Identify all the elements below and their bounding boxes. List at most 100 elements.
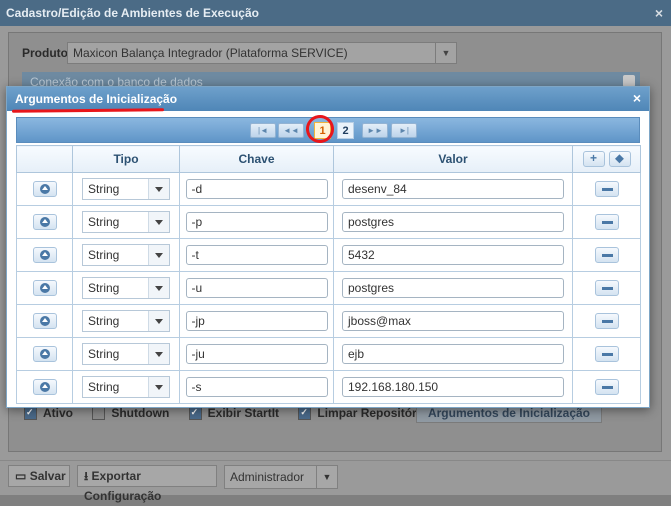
tipo-select[interactable]: String xyxy=(82,244,170,266)
chave-cell: -jp xyxy=(179,304,334,338)
chave-input[interactable]: -p xyxy=(185,212,328,232)
last-page-button[interactable]: ►| xyxy=(391,123,417,138)
valor-input[interactable]: postgres xyxy=(342,278,564,298)
move-up-button[interactable] xyxy=(32,379,57,395)
remove-row-button[interactable] xyxy=(594,379,619,395)
add-row-button[interactable]: + xyxy=(582,151,605,167)
minus-icon xyxy=(601,287,613,290)
tag-icon[interactable]: ⬥ xyxy=(608,151,631,167)
tipo-cell: String xyxy=(72,304,180,338)
remove-row-button[interactable] xyxy=(594,214,619,230)
tipo-select[interactable]: String xyxy=(82,343,170,365)
move-up-button[interactable] xyxy=(32,313,57,329)
close-icon[interactable]: × xyxy=(633,90,641,106)
tipo-select-value: String xyxy=(88,380,120,394)
chevron-down-icon[interactable] xyxy=(148,311,169,331)
tipo-cell: String xyxy=(72,370,180,404)
checkbox-checked-icon[interactable] xyxy=(188,407,202,421)
arrow-up-icon xyxy=(39,184,50,194)
next-page-button[interactable]: ►► xyxy=(362,123,388,138)
move-up-button[interactable] xyxy=(32,214,57,230)
checkbox-limpar-repositorio[interactable]: Limpar Repositório xyxy=(298,406,427,421)
save-button[interactable]: ▭ Salvar xyxy=(8,465,70,487)
produto-select[interactable]: Maxicon Balança Integrador (Plataforma S… xyxy=(67,42,457,64)
chave-input[interactable]: -jp xyxy=(185,311,328,331)
chevron-down-icon[interactable] xyxy=(148,344,169,364)
argumentos-button-label: Argumentos de Inicialização xyxy=(427,406,591,420)
chave-input[interactable]: -d xyxy=(185,179,328,199)
chevron-down-icon[interactable]: ▼ xyxy=(435,43,456,63)
tipo-select[interactable]: String xyxy=(82,376,170,398)
table-row: String -u postgres xyxy=(16,271,641,305)
remove-row-button[interactable] xyxy=(594,247,619,263)
export-config-label: Exportar Configuração xyxy=(84,469,162,503)
valor-input[interactable]: 192.168.180.150 xyxy=(342,377,564,397)
checkbox-label: Shutdown xyxy=(111,406,170,420)
arrow-up-icon xyxy=(39,250,50,260)
remove-cell xyxy=(572,238,641,272)
remove-row-button[interactable] xyxy=(594,313,619,329)
remove-cell xyxy=(572,205,641,239)
valor-input[interactable]: desenv_84 xyxy=(342,179,564,199)
modal-header: Argumentos de Inicialização × xyxy=(7,87,649,113)
checkbox-ativo[interactable]: Ativo xyxy=(24,406,73,421)
valor-cell: jboss@max xyxy=(333,304,573,338)
valor-input[interactable]: ejb xyxy=(342,344,564,364)
prev-page-button[interactable]: ◄◄ xyxy=(278,123,304,138)
move-up-button[interactable] xyxy=(32,280,57,296)
tipo-select[interactable]: String xyxy=(82,310,170,332)
chevron-down-icon[interactable] xyxy=(148,212,169,232)
first-page-button[interactable]: |◄ xyxy=(250,123,276,138)
remove-row-button[interactable] xyxy=(594,181,619,197)
chevron-down-icon[interactable]: ▼ xyxy=(316,466,337,488)
chave-input[interactable]: -t xyxy=(185,245,328,265)
checkbox-checked-icon[interactable] xyxy=(24,407,37,421)
arguments-table: Tipo Chave Valor + ⬥ String -d desenv_84… xyxy=(16,145,641,404)
tipo-select[interactable]: String xyxy=(82,277,170,299)
minus-icon xyxy=(601,188,613,191)
move-up-button[interactable] xyxy=(32,181,57,197)
chave-cell: -ju xyxy=(179,337,334,371)
col-header-chave: Chave xyxy=(179,145,334,173)
table-row: String -jp jboss@max xyxy=(16,304,641,338)
chevron-down-icon[interactable] xyxy=(148,278,169,298)
move-up-button[interactable] xyxy=(32,247,57,263)
remove-cell xyxy=(572,271,641,305)
tipo-cell: String xyxy=(72,172,180,206)
save-button-label: Salvar xyxy=(29,469,66,483)
tipo-cell: String xyxy=(72,271,180,305)
download-icon: ⭳ xyxy=(84,469,89,483)
header-actions: + ⬥ xyxy=(582,151,631,167)
valor-input[interactable]: 5432 xyxy=(342,245,564,265)
chevron-down-icon[interactable] xyxy=(148,245,169,265)
tipo-select[interactable]: String xyxy=(82,211,170,233)
valor-cell: desenv_84 xyxy=(333,172,573,206)
page-2-button[interactable]: 2 xyxy=(337,122,354,139)
chevron-down-icon[interactable] xyxy=(148,179,169,199)
move-cell xyxy=(16,238,73,272)
chave-input[interactable]: -u xyxy=(185,278,328,298)
chave-input[interactable]: -s xyxy=(185,377,328,397)
checkbox-exibir-startit[interactable]: Exibir StartIt xyxy=(188,406,279,421)
table-row: String -d desenv_84 xyxy=(16,172,641,206)
checkbox-label: Ativo xyxy=(43,406,73,420)
table-row: String -s 192.168.180.150 xyxy=(16,370,641,404)
valor-input[interactable]: postgres xyxy=(342,212,564,232)
export-config-button[interactable]: ⭳ Exportar Configuração xyxy=(77,465,217,503)
checkbox-unchecked-icon[interactable] xyxy=(92,407,106,421)
remove-cell xyxy=(572,337,641,371)
remove-row-button[interactable] xyxy=(594,346,619,362)
checkbox-shutdown[interactable]: Shutdown xyxy=(92,406,170,421)
checkbox-checked-icon[interactable] xyxy=(298,407,312,421)
outer-close-icon[interactable]: × xyxy=(655,5,663,21)
role-select[interactable]: Administrador ▼ xyxy=(224,465,338,489)
move-up-button[interactable] xyxy=(32,346,57,362)
tipo-select[interactable]: String xyxy=(82,178,170,200)
chave-input[interactable]: -ju xyxy=(185,344,328,364)
move-cell xyxy=(16,304,73,338)
chevron-down-icon[interactable] xyxy=(148,377,169,397)
valor-input[interactable]: jboss@max xyxy=(342,311,564,331)
move-cell xyxy=(16,337,73,371)
remove-row-button[interactable] xyxy=(594,280,619,296)
options-checkboxes: Ativo Shutdown Exibir StartIt Limpar Rep… xyxy=(24,406,443,421)
